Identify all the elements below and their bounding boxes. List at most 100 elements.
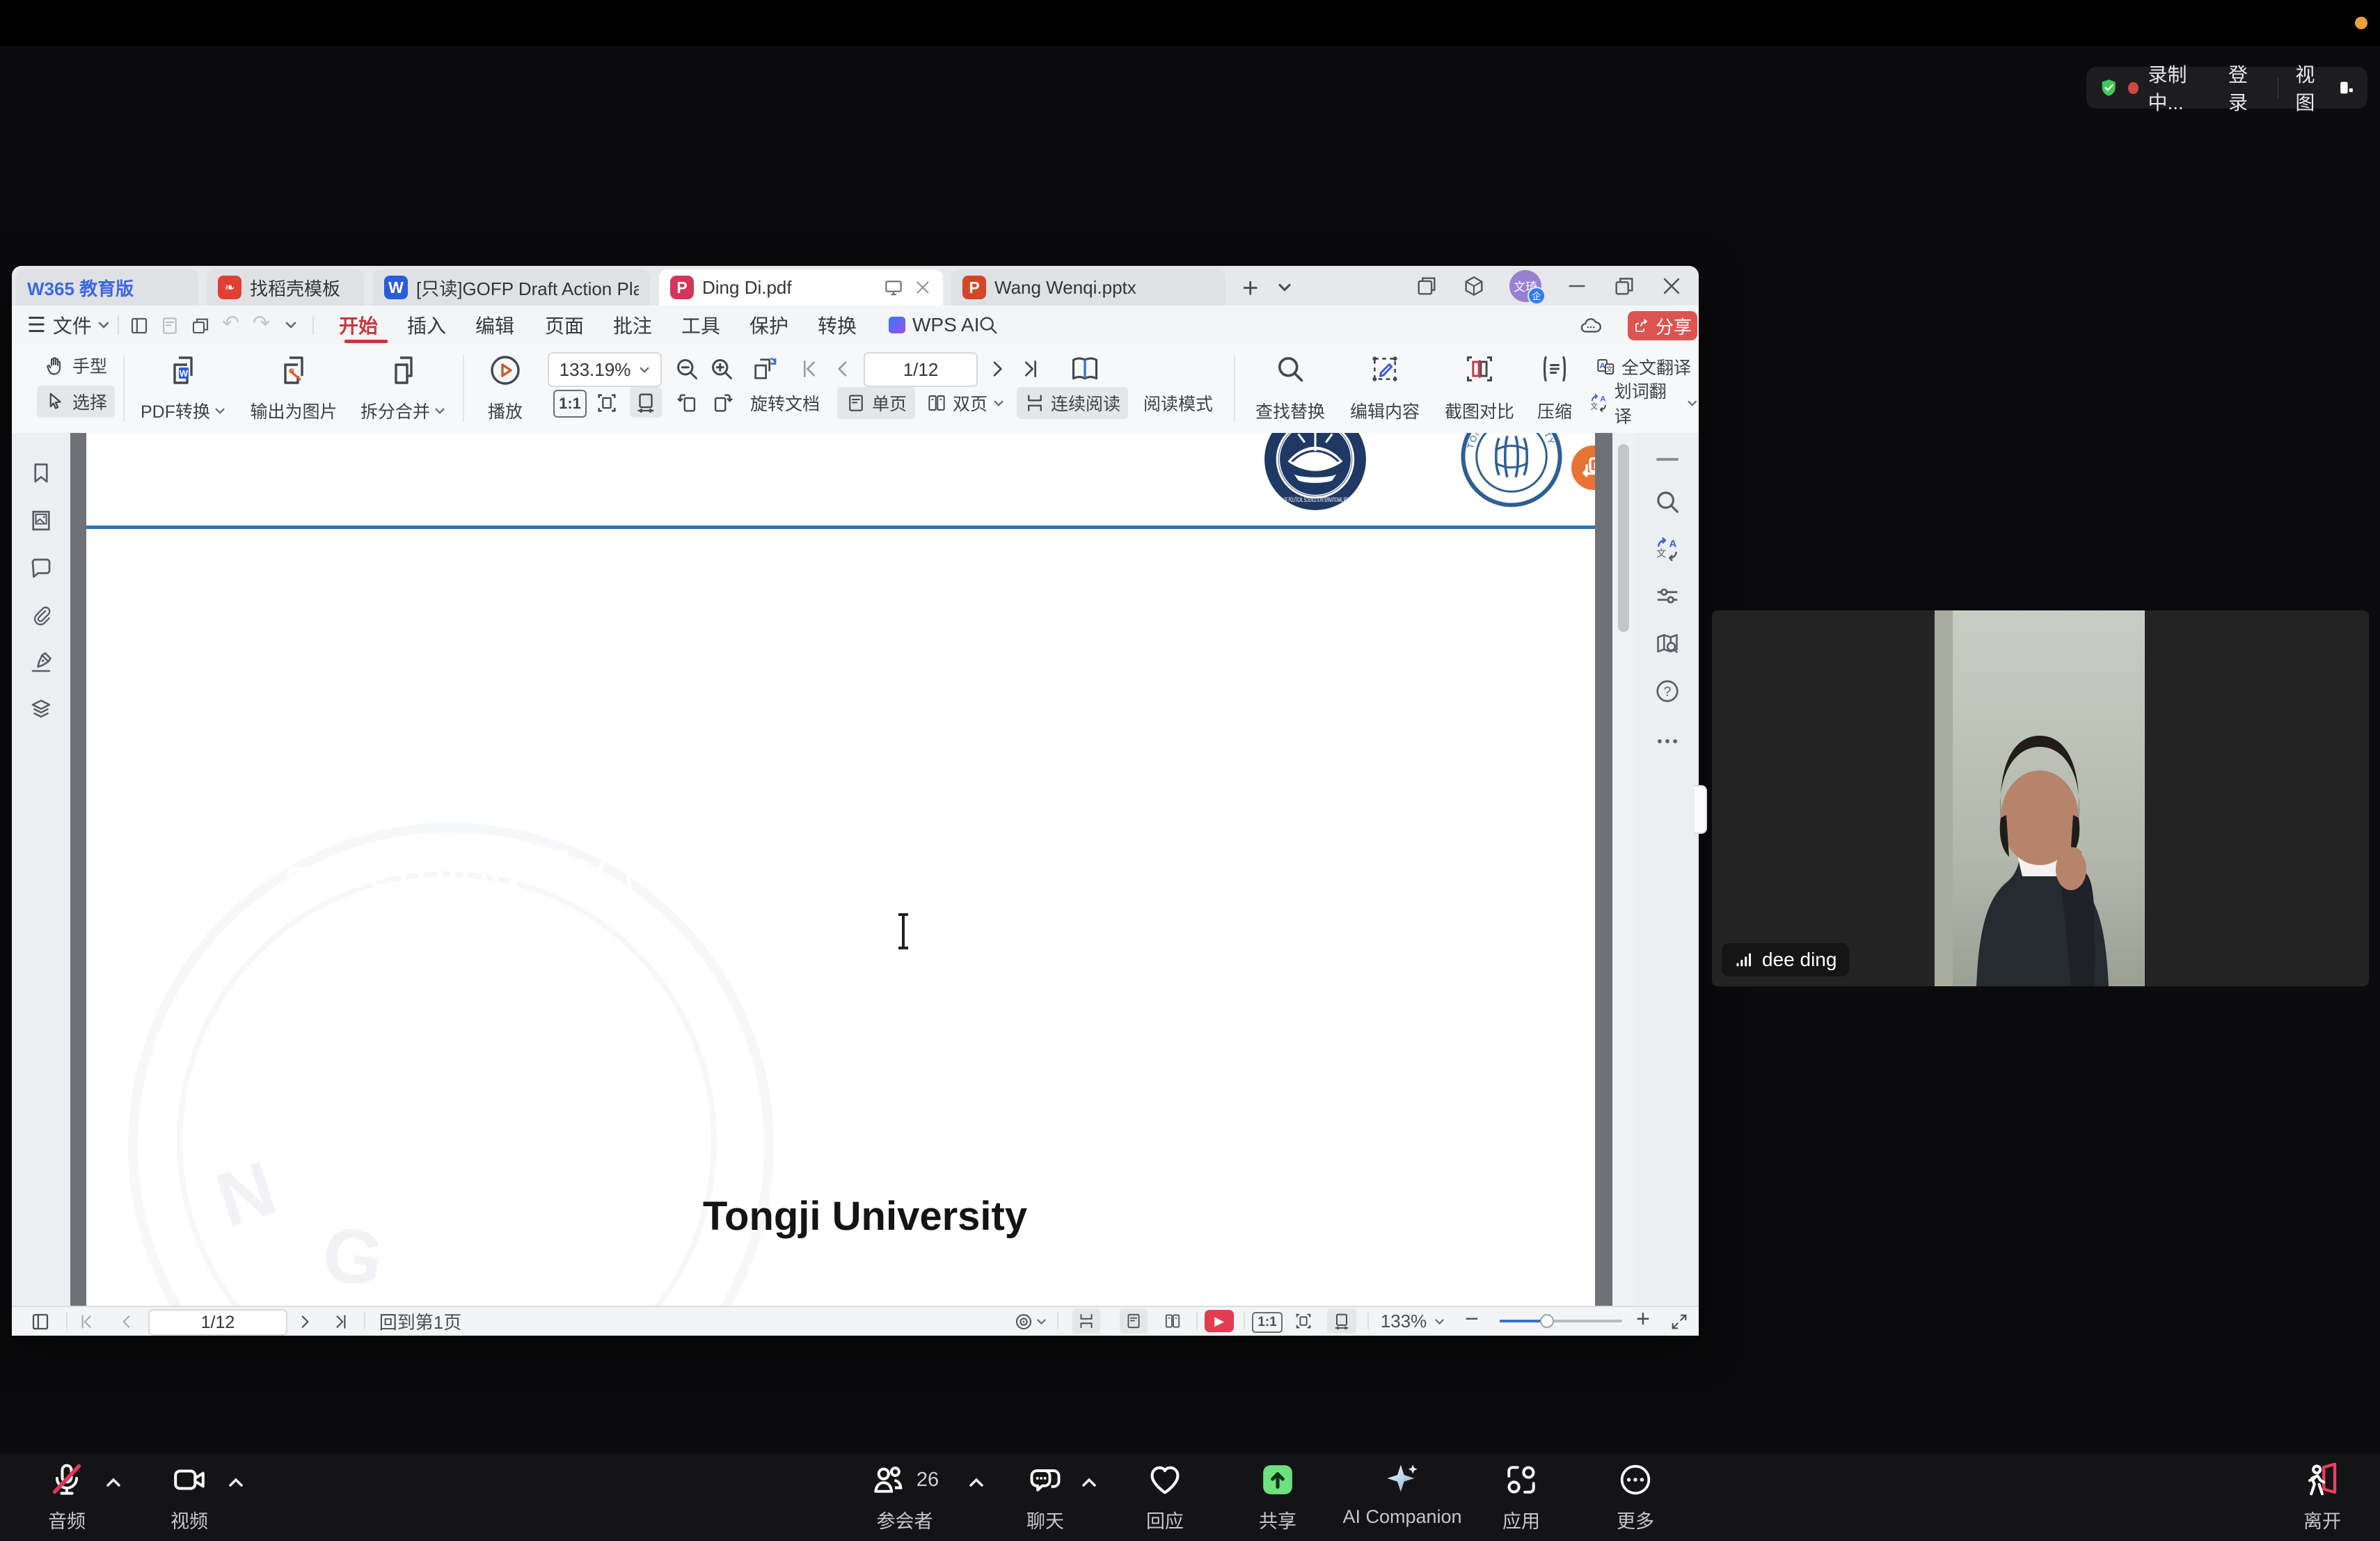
continuous-read-button[interactable]: 连续阅读 [1017, 387, 1128, 419]
compress-button[interactable]: 压缩 [1523, 349, 1586, 427]
actual-size-button[interactable]: 1:1 [553, 390, 587, 418]
rotate-doc-icon[interactable] [751, 355, 779, 383]
settings-sliders-icon[interactable] [1654, 583, 1681, 610]
share-screen-button[interactable]: 共享 [1236, 1460, 1319, 1533]
hand-tool-button[interactable]: 手型 [37, 349, 115, 381]
thumbnail-icon[interactable] [29, 508, 54, 533]
workspace-cube-icon[interactable] [1462, 274, 1486, 298]
single-page-button[interactable]: 单页 [837, 387, 915, 419]
status-single-page-button[interactable] [1120, 1309, 1148, 1334]
read-mode-icon[interactable] [1070, 354, 1100, 384]
tab-pdf-active[interactable]: P Ding Di.pdf [659, 269, 943, 306]
cloud-sync-icon[interactable] [1579, 314, 1603, 338]
redo-icon[interactable]: ↷ [253, 311, 270, 335]
side-panel-handle[interactable] [1695, 785, 1707, 834]
last-page-icon[interactable] [1020, 358, 1042, 380]
toggle-sidebar-icon[interactable] [30, 1311, 51, 1332]
tab-docer[interactable]: ❧ 找稻壳模板 [207, 269, 364, 306]
leave-button[interactable]: 离开 [2277, 1460, 2367, 1533]
minimize-window-icon[interactable] [1565, 274, 1589, 298]
menu-convert[interactable]: 转换 [812, 310, 862, 340]
fit-page-icon[interactable] [595, 391, 619, 415]
multi-window-icon[interactable] [1415, 274, 1438, 298]
read-mode-button[interactable]: 阅读模式 [1134, 387, 1223, 419]
zoom-minus-button[interactable]: − [1465, 1306, 1479, 1333]
apps-button[interactable]: 应用 [1479, 1460, 1563, 1533]
signature-icon[interactable] [29, 650, 54, 675]
rotate-left-icon[interactable] [676, 391, 699, 415]
status-double-page-button[interactable] [1159, 1309, 1187, 1334]
status-last-page-icon[interactable] [332, 1313, 350, 1331]
audio-options-chevron-icon[interactable] [104, 1477, 122, 1488]
double-page-button[interactable]: 双页 [921, 387, 1010, 419]
menu-edit[interactable]: 编辑 [470, 310, 520, 340]
zoom-in-icon[interactable] [709, 356, 734, 381]
select-tool-button[interactable]: 选择 [37, 386, 115, 418]
menu-tools[interactable]: 工具 [676, 310, 726, 340]
tab-home[interactable]: W365 教育版 [16, 269, 198, 306]
zoom-slider[interactable] [1500, 1320, 1622, 1322]
fit-width-button[interactable] [630, 387, 662, 418]
security-shield-icon[interactable] [2099, 76, 2118, 100]
view-button[interactable]: 视图 [2295, 60, 2328, 116]
open-file-icon[interactable] [129, 315, 150, 336]
zoom-plus-button[interactable]: + [1636, 1306, 1650, 1333]
find-replace-button[interactable]: 查找替换 [1245, 349, 1335, 427]
navigate-search-icon[interactable] [1654, 631, 1681, 657]
more-button[interactable]: 更多 [1594, 1460, 1677, 1533]
gallery-view-icon[interactable] [2338, 77, 2355, 98]
page-indicator-input[interactable]: 1/12 [864, 352, 978, 387]
prev-page-icon[interactable] [832, 358, 854, 380]
reactions-button[interactable]: 回应 [1123, 1460, 1207, 1533]
audio-button[interactable]: 音频 [25, 1460, 109, 1533]
status-prev-page-icon[interactable] [118, 1313, 136, 1331]
new-tab-button[interactable]: + [1242, 273, 1258, 304]
close-tab-icon[interactable] [914, 278, 932, 297]
zoom-out-icon[interactable] [674, 356, 699, 381]
next-page-icon[interactable] [986, 358, 1008, 380]
menu-page[interactable]: 页面 [539, 310, 589, 340]
share-document-button[interactable]: 分享 [1628, 311, 1697, 340]
restore-window-icon[interactable] [1612, 274, 1636, 298]
recording-status[interactable]: 录制中... [2148, 60, 2210, 116]
rotate-right-icon[interactable] [711, 391, 734, 415]
login-button[interactable]: 登录 [2228, 60, 2261, 116]
first-page-icon[interactable] [798, 358, 820, 380]
search-panel-icon[interactable] [1654, 489, 1681, 515]
menu-comment[interactable]: 批注 [608, 310, 658, 340]
save-icon[interactable] [159, 315, 180, 336]
tab-word-doc[interactable]: W [只读]GOFP Draft Action Plan 11-2 [373, 269, 650, 306]
video-button[interactable]: 视频 [148, 1460, 231, 1533]
collapse-panel-icon[interactable] [1656, 458, 1679, 461]
vertical-scrollbar[interactable] [1612, 433, 1636, 1306]
print-icon[interactable] [190, 315, 211, 336]
close-window-icon[interactable] [1660, 274, 1683, 298]
scrollbar-thumb[interactable] [1618, 444, 1629, 632]
menu-wps-ai[interactable]: WPS AI [883, 310, 985, 340]
back-to-first-button[interactable]: 回到第1页 [375, 1309, 466, 1334]
status-zoom-chevron-icon[interactable] [1434, 1318, 1445, 1325]
menu-search-icon[interactable] [978, 315, 999, 335]
layers-icon[interactable] [29, 697, 54, 722]
zoom-level-select[interactable]: 133.19% [548, 352, 662, 387]
undo-icon[interactable]: ↶ [222, 311, 239, 335]
status-first-page-icon[interactable] [77, 1313, 95, 1331]
snapshot-compare-button[interactable]: 截图对比 [1434, 349, 1525, 427]
split-merge-button[interactable]: 拆分合并 [354, 349, 452, 427]
fullscreen-icon[interactable] [1669, 1312, 1689, 1331]
edit-content-button[interactable]: 编辑内容 [1340, 349, 1430, 427]
tab-ppt[interactable]: P Wang Wenqi.pptx [951, 269, 1225, 306]
rotate-doc-button[interactable]: 旋转文档 [740, 387, 830, 419]
screen-share-doc-icon[interactable] [883, 277, 904, 298]
pdf-to-ppt-float-button[interactable]: P [1567, 441, 1595, 494]
translate-word-button[interactable]: 划词翻译 [1589, 387, 1697, 419]
attachment-icon[interactable] [29, 603, 54, 628]
zoom-slider-knob[interactable] [1540, 1314, 1554, 1328]
play-slideshow-button[interactable]: 播放 [474, 349, 537, 427]
status-continuous-button[interactable] [1072, 1309, 1100, 1334]
view-mode-icon[interactable] [1014, 1312, 1033, 1331]
undo-menu-chevron-icon[interactable] [285, 321, 297, 329]
status-fit-page-button[interactable] [1290, 1309, 1317, 1334]
menu-home[interactable]: 开始 [333, 310, 383, 340]
status-fit-width-button[interactable] [1327, 1309, 1356, 1334]
